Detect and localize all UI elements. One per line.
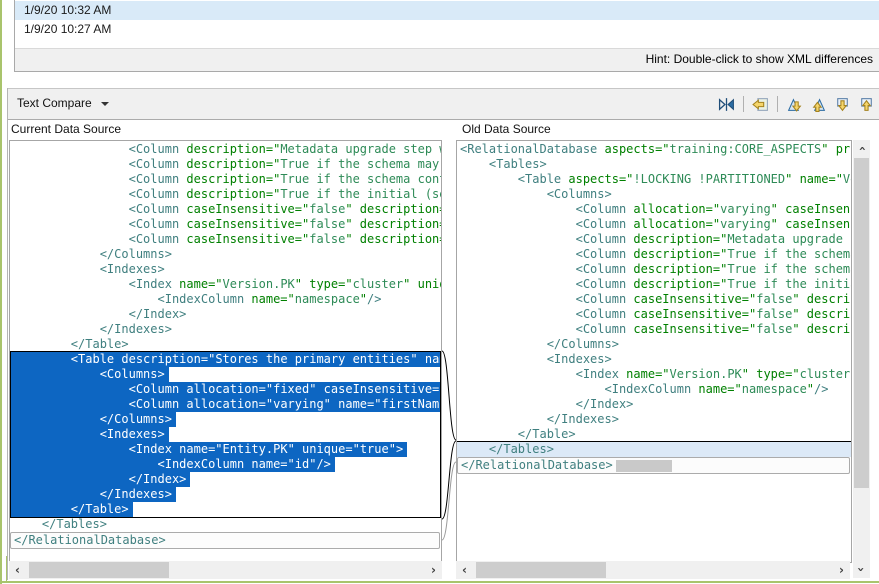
code-line: <Column description="True if the schema … [457, 247, 851, 262]
previous-change-icon[interactable] [856, 94, 877, 115]
code-line: <Index name="Version.PK" type="cluster" … [10, 277, 441, 292]
next-difference-icon[interactable] [784, 94, 805, 115]
code-line: <IndexColumn name="namespace"/> [457, 382, 851, 397]
code-line: <Column allocation="varying" caseInsensi… [457, 217, 851, 232]
code-line: </Indexes> [457, 412, 851, 427]
code-line: <Tables> [457, 157, 851, 172]
toolbar-separator [743, 96, 744, 112]
code-line: <Column description="True if the schema … [457, 262, 851, 277]
window-border-bottom [0, 581, 879, 583]
code-line: <Columns> [457, 187, 851, 202]
code-line: <Indexes> [10, 262, 441, 277]
scroll-up-icon[interactable]: › [853, 140, 870, 157]
code-line: <Index name="Entity.PK" unique="true"> [10, 442, 441, 457]
scroll-right-icon[interactable]: › [833, 561, 850, 579]
old-data-source-editor[interactable]: <RelationalDatabase aspects="training:CO… [456, 140, 852, 563]
code-line: <Column caseInsensitive="false" descript… [10, 217, 441, 232]
code-line: <Column allocation="varying" name="first… [10, 397, 441, 412]
code-line: </Table> [10, 502, 441, 517]
code-line: <IndexColumn name="id"/> [10, 457, 441, 472]
code-line: </Columns> [457, 337, 851, 352]
code-line: </RelationalDatabase> [10, 532, 440, 549]
code-line: </Indexes> [10, 322, 441, 337]
left-horizontal-scrollbar[interactable]: ‹ › [9, 561, 442, 579]
code-line: <Column allocation="fixed" caseInsensiti… [10, 382, 441, 397]
code-line: <Column description="True if the initial… [10, 187, 441, 202]
right-vertical-scrollbar[interactable]: › › [853, 140, 870, 578]
code-line: <Column description="True if the schema … [10, 172, 441, 187]
next-change-icon[interactable] [832, 94, 853, 115]
compare-panel: Text Compare [7, 88, 879, 580]
history-row[interactable]: 1/9/20 10:27 AM [15, 20, 879, 39]
code-line: </Table> [457, 427, 851, 442]
code-line: <Column caseInsensitive="false" descript… [457, 292, 851, 307]
code-line: </Columns> [10, 412, 441, 427]
code-line: </Index> [457, 397, 851, 412]
code-line: <Column caseInsensitive="false" descript… [10, 232, 441, 247]
code-line: <Column caseInsensitive="false" descript… [457, 322, 851, 337]
window-border-left [0, 0, 2, 584]
code-line: </Table> [10, 337, 441, 352]
code-line: <Table description="Stores the primary e… [10, 352, 441, 367]
code-line: <Table aspects="!LOCKING !PARTITIONED" n… [457, 172, 851, 187]
scrollbar-thumb[interactable] [476, 562, 606, 578]
empty-range-marker [616, 460, 672, 472]
scroll-left-icon[interactable]: ‹ [456, 561, 473, 579]
pane-headers: Current Data Source Old Data Source [8, 120, 879, 140]
code-line: <Column caseInsensitive="false" descript… [10, 202, 441, 217]
code-line: </Index> [10, 472, 441, 487]
toolbar-separator [777, 96, 778, 112]
code-line: <Column description="Metadata upgrade st… [10, 142, 441, 157]
code-line: </Columns> [10, 247, 441, 262]
code-line: <Column description="Metadata upgrade st… [457, 232, 851, 247]
current-data-source-editor[interactable]: <Column description="Metadata upgrade st… [9, 140, 442, 563]
hint-text: Hint: Double-click to show XML differenc… [15, 48, 879, 71]
scroll-right-icon[interactable]: › [425, 561, 442, 579]
diff-connector-lines [442, 140, 456, 560]
code-line: </Tables> [457, 442, 851, 457]
code-line: </RelationalDatabase> [457, 457, 850, 474]
code-line: <Indexes> [10, 427, 441, 442]
scroll-left-icon[interactable]: ‹ [9, 561, 26, 579]
left-pane-title: Current Data Source [11, 122, 121, 136]
history-row[interactable]: 1/9/20 10:32 AM [15, 1, 879, 20]
code-line: <Index name="Version.PK" type="cluster" … [457, 367, 851, 382]
text-compare-dropdown[interactable]: Text Compare [17, 89, 109, 119]
code-line: <Columns> [10, 367, 441, 382]
code-line: </Index> [10, 307, 441, 322]
code-line: <RelationalDatabase aspects="training:CO… [457, 142, 851, 157]
code-line: <Column description="True if the initial… [457, 277, 851, 292]
code-line: </Tables> [10, 517, 441, 532]
right-horizontal-scrollbar[interactable]: ‹ › [456, 561, 850, 579]
scroll-down-icon[interactable]: › [853, 561, 870, 578]
history-panel: 1/9/20 10:32 AM 1/9/20 10:27 AM Hint: Do… [14, 0, 879, 72]
code-line: <Column allocation="varying" caseInsensi… [457, 202, 851, 217]
code-line: <Indexes> [457, 352, 851, 367]
code-line: <IndexColumn name="namespace"/> [10, 292, 441, 307]
code-line: </Indexes> [10, 487, 441, 502]
code-line: <Column caseInsensitive="false" descript… [457, 307, 851, 322]
scrollbar-thumb[interactable] [854, 158, 869, 488]
text-compare-label: Text Compare [17, 96, 92, 110]
previous-difference-icon[interactable] [808, 94, 829, 115]
scrollbar-thumb[interactable] [29, 562, 169, 578]
chevron-down-icon [101, 102, 109, 106]
copy-all-right-to-left-icon[interactable] [750, 94, 771, 115]
right-pane-title: Old Data Source [462, 122, 551, 136]
compare-toolbar: Text Compare [8, 88, 879, 120]
code-line: <Column description="True if the schema … [10, 157, 441, 172]
swap-left-right-icon[interactable] [716, 94, 737, 115]
